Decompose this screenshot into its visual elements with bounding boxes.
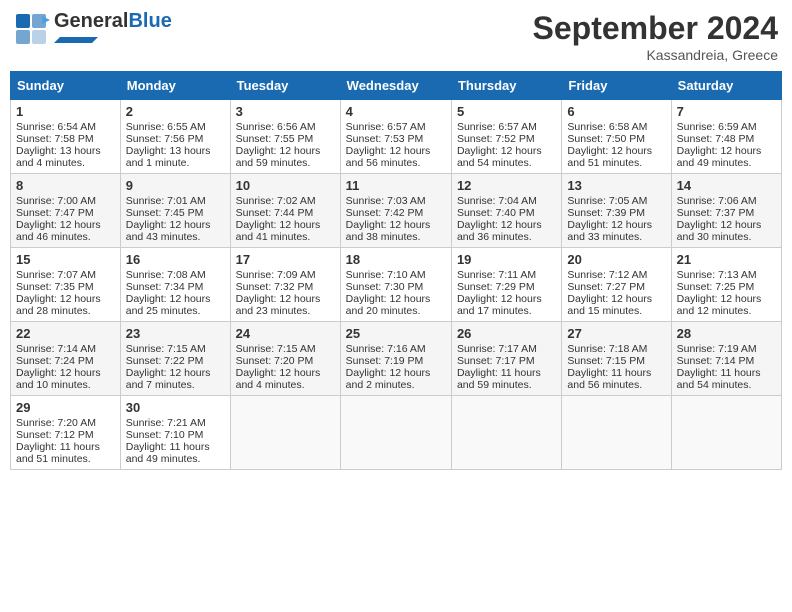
col-friday: Friday (562, 72, 671, 100)
logo-icon (14, 12, 50, 48)
day-cell-26: 26 Sunrise: 7:17 AMSunset: 7:17 PMDaylig… (451, 322, 561, 396)
day-cell-7: 7 Sunrise: 6:59 AMSunset: 7:48 PMDayligh… (671, 100, 781, 174)
day-cell-10: 10 Sunrise: 7:02 AMSunset: 7:44 PMDaylig… (230, 174, 340, 248)
day-cell-16: 16 Sunrise: 7:08 AMSunset: 7:34 PMDaylig… (120, 248, 230, 322)
col-thursday: Thursday (451, 72, 561, 100)
day-cell-25: 25 Sunrise: 7:16 AMSunset: 7:19 PMDaylig… (340, 322, 451, 396)
day-cell-4: 4 Sunrise: 6:57 AMSunset: 7:53 PMDayligh… (340, 100, 451, 174)
week-row-5: 29 Sunrise: 7:20 AMSunset: 7:12 PMDaylig… (11, 396, 782, 470)
logo-underline (54, 35, 98, 45)
day-cell-11: 11 Sunrise: 7:03 AMSunset: 7:42 PMDaylig… (340, 174, 451, 248)
day-cell-27: 27 Sunrise: 7:18 AMSunset: 7:15 PMDaylig… (562, 322, 671, 396)
week-row-4: 22 Sunrise: 7:14 AMSunset: 7:24 PMDaylig… (11, 322, 782, 396)
col-sunday: Sunday (11, 72, 121, 100)
title-block: September 2024 Kassandreia, Greece (533, 10, 778, 63)
col-saturday: Saturday (671, 72, 781, 100)
empty-cell-4 (562, 396, 671, 470)
day-cell-22: 22 Sunrise: 7:14 AMSunset: 7:24 PMDaylig… (11, 322, 121, 396)
day-cell-18: 18 Sunrise: 7:10 AMSunset: 7:30 PMDaylig… (340, 248, 451, 322)
col-wednesday: Wednesday (340, 72, 451, 100)
col-tuesday: Tuesday (230, 72, 340, 100)
location: Kassandreia, Greece (533, 47, 778, 63)
day-cell-23: 23 Sunrise: 7:15 AMSunset: 7:22 PMDaylig… (120, 322, 230, 396)
day-cell-17: 17 Sunrise: 7:09 AMSunset: 7:32 PMDaylig… (230, 248, 340, 322)
logo-blue: Blue (128, 10, 171, 32)
empty-cell-3 (451, 396, 561, 470)
day-cell-30: 30 Sunrise: 7:21 AMSunset: 7:10 PMDaylig… (120, 396, 230, 470)
page-header: GeneralBlue September 2024 Kassandreia, … (10, 10, 782, 63)
week-row-2: 8 Sunrise: 7:00 AMSunset: 7:47 PMDayligh… (11, 174, 782, 248)
day-cell-5: 5 Sunrise: 6:57 AMSunset: 7:52 PMDayligh… (451, 100, 561, 174)
week-row-3: 15 Sunrise: 7:07 AMSunset: 7:35 PMDaylig… (11, 248, 782, 322)
empty-cell-2 (340, 396, 451, 470)
calendar-table: Sunday Monday Tuesday Wednesday Thursday… (10, 71, 782, 470)
week-row-1: 1 Sunrise: 6:54 AMSunset: 7:58 PMDayligh… (11, 100, 782, 174)
day-cell-28: 28 Sunrise: 7:19 AMSunset: 7:14 PMDaylig… (671, 322, 781, 396)
month-title: September 2024 (533, 10, 778, 47)
day-cell-13: 13 Sunrise: 7:05 AMSunset: 7:39 PMDaylig… (562, 174, 671, 248)
day-cell-14: 14 Sunrise: 7:06 AMSunset: 7:37 PMDaylig… (671, 174, 781, 248)
empty-cell-5 (671, 396, 781, 470)
logo: GeneralBlue (14, 10, 172, 50)
calendar-header-row: Sunday Monday Tuesday Wednesday Thursday… (11, 72, 782, 100)
day-cell-15: 15 Sunrise: 7:07 AMSunset: 7:35 PMDaylig… (11, 248, 121, 322)
logo-general: General (54, 10, 128, 32)
day-cell-29: 29 Sunrise: 7:20 AMSunset: 7:12 PMDaylig… (11, 396, 121, 470)
day-cell-9: 9 Sunrise: 7:01 AMSunset: 7:45 PMDayligh… (120, 174, 230, 248)
day-cell-3: 3 Sunrise: 6:56 AMSunset: 7:55 PMDayligh… (230, 100, 340, 174)
col-monday: Monday (120, 72, 230, 100)
day-cell-1: 1 Sunrise: 6:54 AMSunset: 7:58 PMDayligh… (11, 100, 121, 174)
day-cell-20: 20 Sunrise: 7:12 AMSunset: 7:27 PMDaylig… (562, 248, 671, 322)
empty-cell-1 (230, 396, 340, 470)
day-cell-12: 12 Sunrise: 7:04 AMSunset: 7:40 PMDaylig… (451, 174, 561, 248)
day-cell-8: 8 Sunrise: 7:00 AMSunset: 7:47 PMDayligh… (11, 174, 121, 248)
day-cell-2: 2 Sunrise: 6:55 AMSunset: 7:56 PMDayligh… (120, 100, 230, 174)
day-cell-21: 21 Sunrise: 7:13 AMSunset: 7:25 PMDaylig… (671, 248, 781, 322)
day-cell-24: 24 Sunrise: 7:15 AMSunset: 7:20 PMDaylig… (230, 322, 340, 396)
day-cell-19: 19 Sunrise: 7:11 AMSunset: 7:29 PMDaylig… (451, 248, 561, 322)
day-cell-6: 6 Sunrise: 6:58 AMSunset: 7:50 PMDayligh… (562, 100, 671, 174)
